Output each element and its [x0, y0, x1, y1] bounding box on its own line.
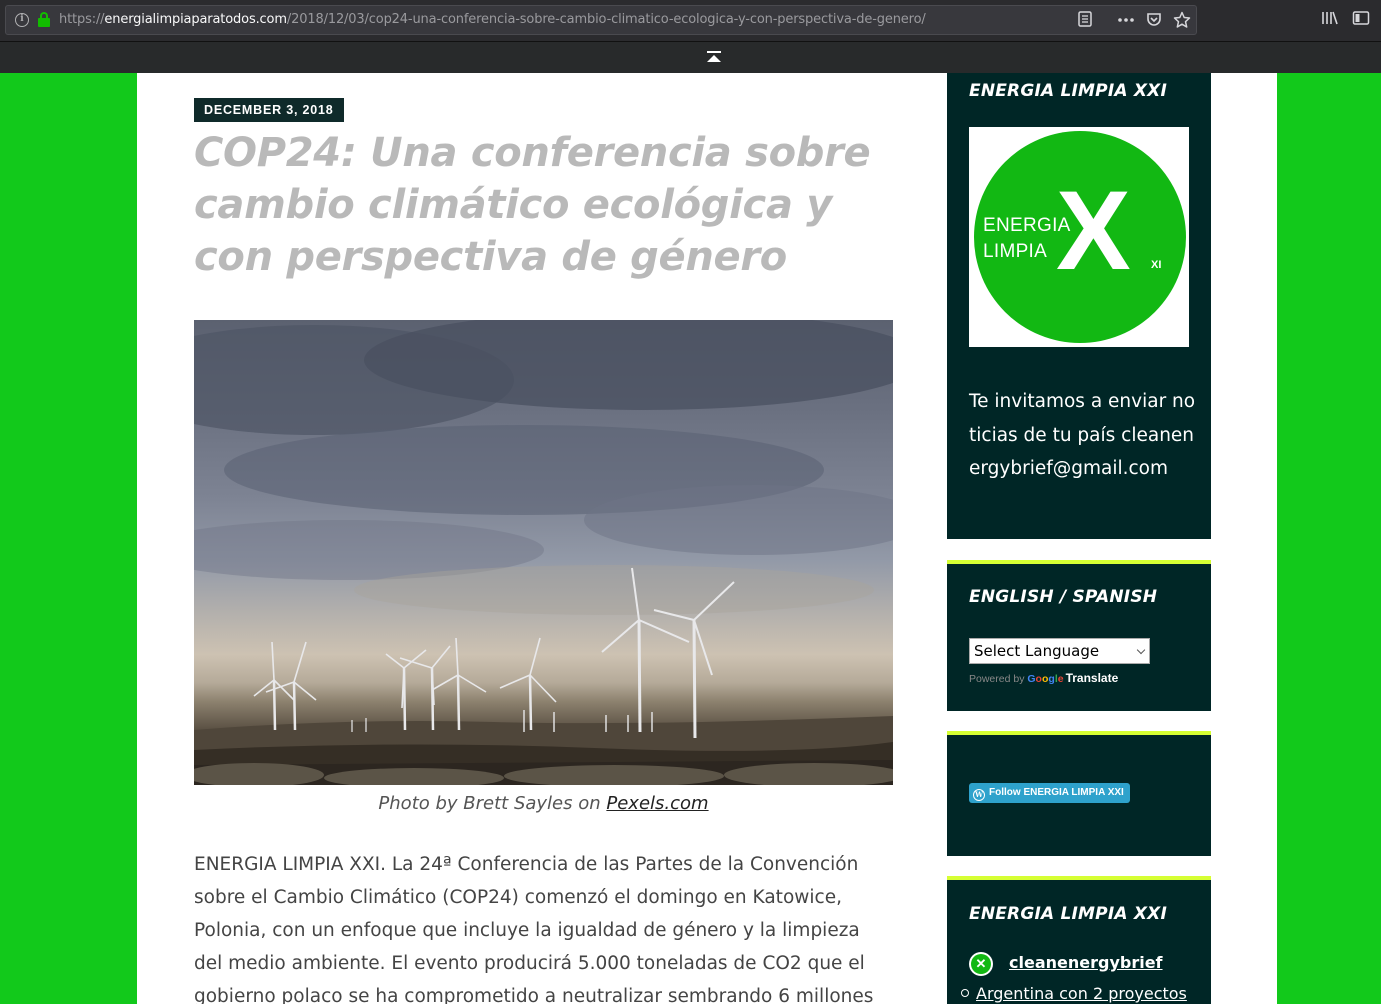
url-domain: energialimpiaparatodos.com	[104, 12, 287, 27]
logo-text-limpia: LIMPIA	[983, 241, 1048, 262]
invite-text: Te invitamos a enviar noticias de tu paí…	[969, 391, 1196, 479]
language-select[interactable]: Select Language	[969, 638, 1150, 664]
logo-circle: ENERGIA LIMPIA X XI	[974, 131, 1186, 343]
sidebar-widget-language: ENGLISH / SPANISH Select Language Powere…	[947, 560, 1211, 711]
library-icon[interactable]	[1320, 10, 1340, 30]
widget-title: ENGLISH / SPANISH	[969, 587, 1158, 607]
post-title: COP24: Una conferencia sobre cambio clim…	[194, 130, 871, 280]
caption-link[interactable]: Pexels.com	[606, 793, 708, 814]
widget-accent-bar	[947, 731, 1211, 735]
post-body: ENERGIA LIMPIA XXI. La 24ª Conferencia d…	[194, 854, 874, 1004]
follow-button[interactable]: W Follow ENERGIA LIMPIA XXI	[969, 783, 1130, 803]
widget-accent-bar	[947, 560, 1211, 564]
url-path: /2018/12/03/cop24-una-conferencia-sobre-…	[286, 12, 926, 27]
powered-by-text: Powered by	[969, 673, 1028, 685]
caption-text: Photo by Brett Sayles on	[378, 793, 607, 814]
scroll-to-top-icon[interactable]	[706, 51, 722, 65]
site-top-bar	[0, 41, 1381, 73]
widget-title: ENERGIA LIMPIA XXI	[969, 81, 1167, 101]
more-icon[interactable]	[1117, 11, 1135, 29]
site-logo[interactable]: ENERGIA LIMPIA X XI	[969, 127, 1189, 347]
google-translate-credit: Powered by Google Translate	[969, 671, 1118, 685]
lock-icon[interactable]	[37, 12, 51, 28]
sidebar-icon[interactable]	[1351, 10, 1371, 30]
follow-label: Follow ENERGIA LIMPIA XXI	[989, 787, 1124, 798]
browser-toolbar: i https://energialimpiaparatodos.com/201…	[0, 0, 1381, 41]
image-caption: Photo by Brett Sayles on Pexels.com	[194, 793, 893, 814]
widget-accent-bar	[947, 876, 1211, 880]
sidebar-widget-logo: ENERGIA LIMPIA XXI ENERGIA LIMPIA X XI T…	[947, 73, 1211, 539]
bullet-icon	[961, 989, 969, 997]
address-bar[interactable]: i https://energialimpiaparatodos.com/201…	[5, 5, 1197, 35]
avatar[interactable]: ✕	[969, 952, 993, 976]
featured-image-wind-turbines	[194, 320, 893, 785]
star-icon[interactable]	[1173, 11, 1191, 29]
widget-title: ENERGIA LIMPIA XXI	[969, 904, 1167, 924]
pocket-icon[interactable]	[1145, 11, 1163, 29]
post-date[interactable]: DECEMBER 3, 2018	[194, 98, 344, 122]
wordpress-icon: W	[973, 789, 985, 801]
logo-x: X	[1056, 168, 1131, 293]
language-select-value: Select Language	[974, 642, 1100, 660]
sidebar-widget-feed: ENERGIA LIMPIA XXI ✕ cleanenergybrief Ar…	[947, 876, 1211, 1004]
feed-item-link[interactable]: Argentina con 2 proyectos	[976, 984, 1187, 1003]
logo-xi: XI	[1151, 259, 1162, 271]
reader-view-icon[interactable]	[1076, 11, 1094, 29]
feed-handle-link[interactable]: cleanenergybrief	[1009, 953, 1163, 972]
info-icon[interactable]: i	[15, 13, 29, 27]
url-text[interactable]: https://energialimpiaparatodos.com/2018/…	[59, 12, 926, 27]
list-item[interactable]: Argentina con 2 proyectos	[961, 984, 1187, 1003]
url-prefix: https://	[59, 12, 105, 27]
chevron-down-icon	[1136, 645, 1146, 655]
sidebar-widget-follow: W Follow ENERGIA LIMPIA XXI	[947, 731, 1211, 856]
google-logo[interactable]: Google	[1027, 673, 1063, 685]
translate-link[interactable]: Translate	[1066, 671, 1119, 685]
